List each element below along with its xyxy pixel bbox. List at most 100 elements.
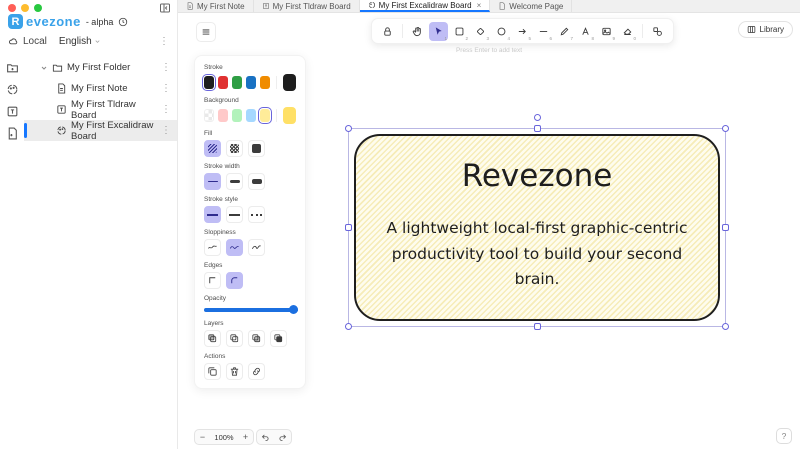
- opacity-thumb[interactable]: [289, 305, 298, 314]
- stroke-swatch-green[interactable]: [232, 76, 243, 89]
- resize-handle-bottom-right[interactable]: [722, 323, 729, 330]
- send-to-back-button[interactable]: [204, 330, 221, 347]
- fill-solid-button[interactable]: [248, 140, 265, 157]
- zoom-out-button[interactable]: −: [195, 430, 210, 444]
- image-tool-button[interactable]: 9: [597, 22, 616, 41]
- background-swatch-pink[interactable]: [218, 109, 229, 122]
- tab-my-first-note[interactable]: My First Note: [178, 0, 254, 12]
- zoom-level[interactable]: 100%: [210, 433, 238, 442]
- sloppiness-cartoonist-button[interactable]: [248, 239, 265, 256]
- bring-to-front-icon: [274, 334, 283, 343]
- file-icon: [499, 2, 505, 10]
- stroke-width-thin-button[interactable]: [204, 173, 221, 190]
- stroke-swatch-black[interactable]: [204, 76, 215, 89]
- help-button[interactable]: ?: [776, 428, 792, 444]
- library-button[interactable]: Library: [737, 21, 793, 38]
- text-tool-button[interactable]: 8: [576, 22, 595, 41]
- selection-box[interactable]: Revezone A lightweight local-first graph…: [345, 114, 729, 330]
- background-swatch-yellow[interactable]: [260, 109, 271, 122]
- add-note-icon[interactable]: [6, 127, 19, 140]
- row-menu-icon[interactable]: ⋮: [161, 62, 171, 73]
- stroke-swatch-red[interactable]: [218, 76, 229, 89]
- collapse-sidebar-icon[interactable]: [159, 2, 171, 14]
- background-swatch-transparent[interactable]: [204, 109, 215, 122]
- resize-handle-bottom-left[interactable]: [345, 323, 352, 330]
- stroke-width-bold-button[interactable]: [226, 173, 243, 190]
- link-button[interactable]: [248, 363, 265, 380]
- link-icon: [253, 367, 260, 376]
- tree-item-note[interactable]: My First Note ⋮: [24, 78, 177, 99]
- draw-tool-button[interactable]: 7: [555, 22, 574, 41]
- current-stroke-color[interactable]: [282, 74, 297, 91]
- delete-button[interactable]: [226, 363, 243, 380]
- stroke-swatch-orange[interactable]: [260, 76, 271, 89]
- close-window-button[interactable]: [8, 4, 16, 12]
- edges-sharp-button[interactable]: [204, 272, 221, 289]
- undo-button[interactable]: [257, 430, 274, 444]
- arrow-tool-button[interactable]: 5: [513, 22, 532, 41]
- rectangle-tool-button[interactable]: 2: [450, 22, 469, 41]
- stroke-width-extrabold-button[interactable]: [248, 173, 265, 190]
- background-swatch-green[interactable]: [232, 109, 243, 122]
- resize-handle-bottom-middle[interactable]: [533, 323, 541, 330]
- extra-tools-button[interactable]: [648, 22, 667, 41]
- resize-handle-middle-right[interactable]: [722, 224, 729, 231]
- stroke-style-dashed-button[interactable]: [226, 206, 243, 223]
- language-selector[interactable]: English: [59, 36, 101, 47]
- minimize-window-button[interactable]: [21, 4, 29, 12]
- sidebar-menu-icon[interactable]: ⋮: [159, 36, 169, 47]
- fill-hachure-button[interactable]: [204, 140, 221, 157]
- row-menu-icon[interactable]: ⋮: [161, 104, 171, 115]
- row-menu-icon[interactable]: ⋮: [161, 125, 171, 136]
- diamond-tool-button[interactable]: 3: [471, 22, 490, 41]
- background-swatch-blue[interactable]: [246, 109, 257, 122]
- resize-handle-top-middle[interactable]: [533, 125, 541, 132]
- row-menu-icon[interactable]: ⋮: [161, 83, 171, 94]
- eraser-icon: [623, 28, 632, 35]
- sloppiness-artist-button[interactable]: [226, 239, 243, 256]
- line-tool-button[interactable]: 6: [534, 22, 553, 41]
- ellipse-tool-button[interactable]: 4: [492, 22, 511, 41]
- workspace-row: Local English ⋮: [0, 29, 177, 47]
- redo-button[interactable]: [274, 430, 291, 444]
- tree-item-tldraw[interactable]: My First Tldraw Board ⋮: [24, 99, 177, 121]
- tab-my-first-excalidraw-board[interactable]: My First Excalidraw Board ×: [359, 0, 491, 12]
- tab-welcome-page[interactable]: Welcome Page: [490, 0, 573, 12]
- edges-round-button[interactable]: [226, 272, 243, 289]
- shape-title-text[interactable]: Revezone: [462, 158, 613, 194]
- resize-handle-top-left[interactable]: [345, 125, 352, 132]
- stroke-style-solid-button[interactable]: [204, 206, 221, 223]
- hachure-icon: [208, 144, 217, 153]
- resize-handle-middle-left[interactable]: [345, 224, 352, 231]
- stroke-swatch-blue[interactable]: [246, 76, 257, 89]
- tree-item-excalidraw[interactable]: My First Excalidraw Board ⋮: [24, 120, 177, 142]
- canvas-rectangle[interactable]: Revezone A lightweight local-first graph…: [354, 134, 720, 321]
- main-menu-button[interactable]: [196, 22, 216, 42]
- zoom-in-button[interactable]: +: [238, 430, 253, 444]
- opacity-slider[interactable]: [204, 305, 298, 314]
- eraser-tool-button[interactable]: 0: [618, 22, 637, 41]
- lock-tool-button[interactable]: [378, 22, 397, 41]
- current-background-color[interactable]: [283, 107, 297, 124]
- excalidraw-canvas[interactable]: 1 2 3 4 5 6 7 8 9 0 Library Press Enter …: [178, 13, 800, 449]
- send-backward-button[interactable]: [226, 330, 243, 347]
- add-folder-icon[interactable]: [6, 61, 19, 74]
- shape-subtitle-text[interactable]: A lightweight local-first graphic-centri…: [372, 216, 702, 293]
- crosshatch-icon: [230, 144, 239, 153]
- tree-folder-row[interactable]: My First Folder ⋮: [24, 57, 177, 78]
- stroke-style-dotted-button[interactable]: [248, 206, 265, 223]
- add-tldraw-board-icon[interactable]: [6, 105, 19, 118]
- close-tab-icon[interactable]: ×: [477, 1, 482, 10]
- rotate-handle[interactable]: [533, 114, 541, 121]
- selection-tool-button[interactable]: 1: [429, 21, 448, 41]
- duplicate-button[interactable]: [204, 363, 221, 380]
- hand-tool-button[interactable]: [408, 22, 427, 41]
- tab-my-first-tldraw-board[interactable]: My First Tldraw Board: [254, 0, 360, 12]
- sloppiness-architect-button[interactable]: [204, 239, 221, 256]
- add-excalidraw-board-icon[interactable]: [6, 83, 19, 96]
- fill-crosshatch-button[interactable]: [226, 140, 243, 157]
- maximize-window-button[interactable]: [34, 4, 42, 12]
- resize-handle-top-right[interactable]: [722, 125, 729, 132]
- bring-to-front-button[interactable]: [270, 330, 287, 347]
- bring-forward-button[interactable]: [248, 330, 265, 347]
